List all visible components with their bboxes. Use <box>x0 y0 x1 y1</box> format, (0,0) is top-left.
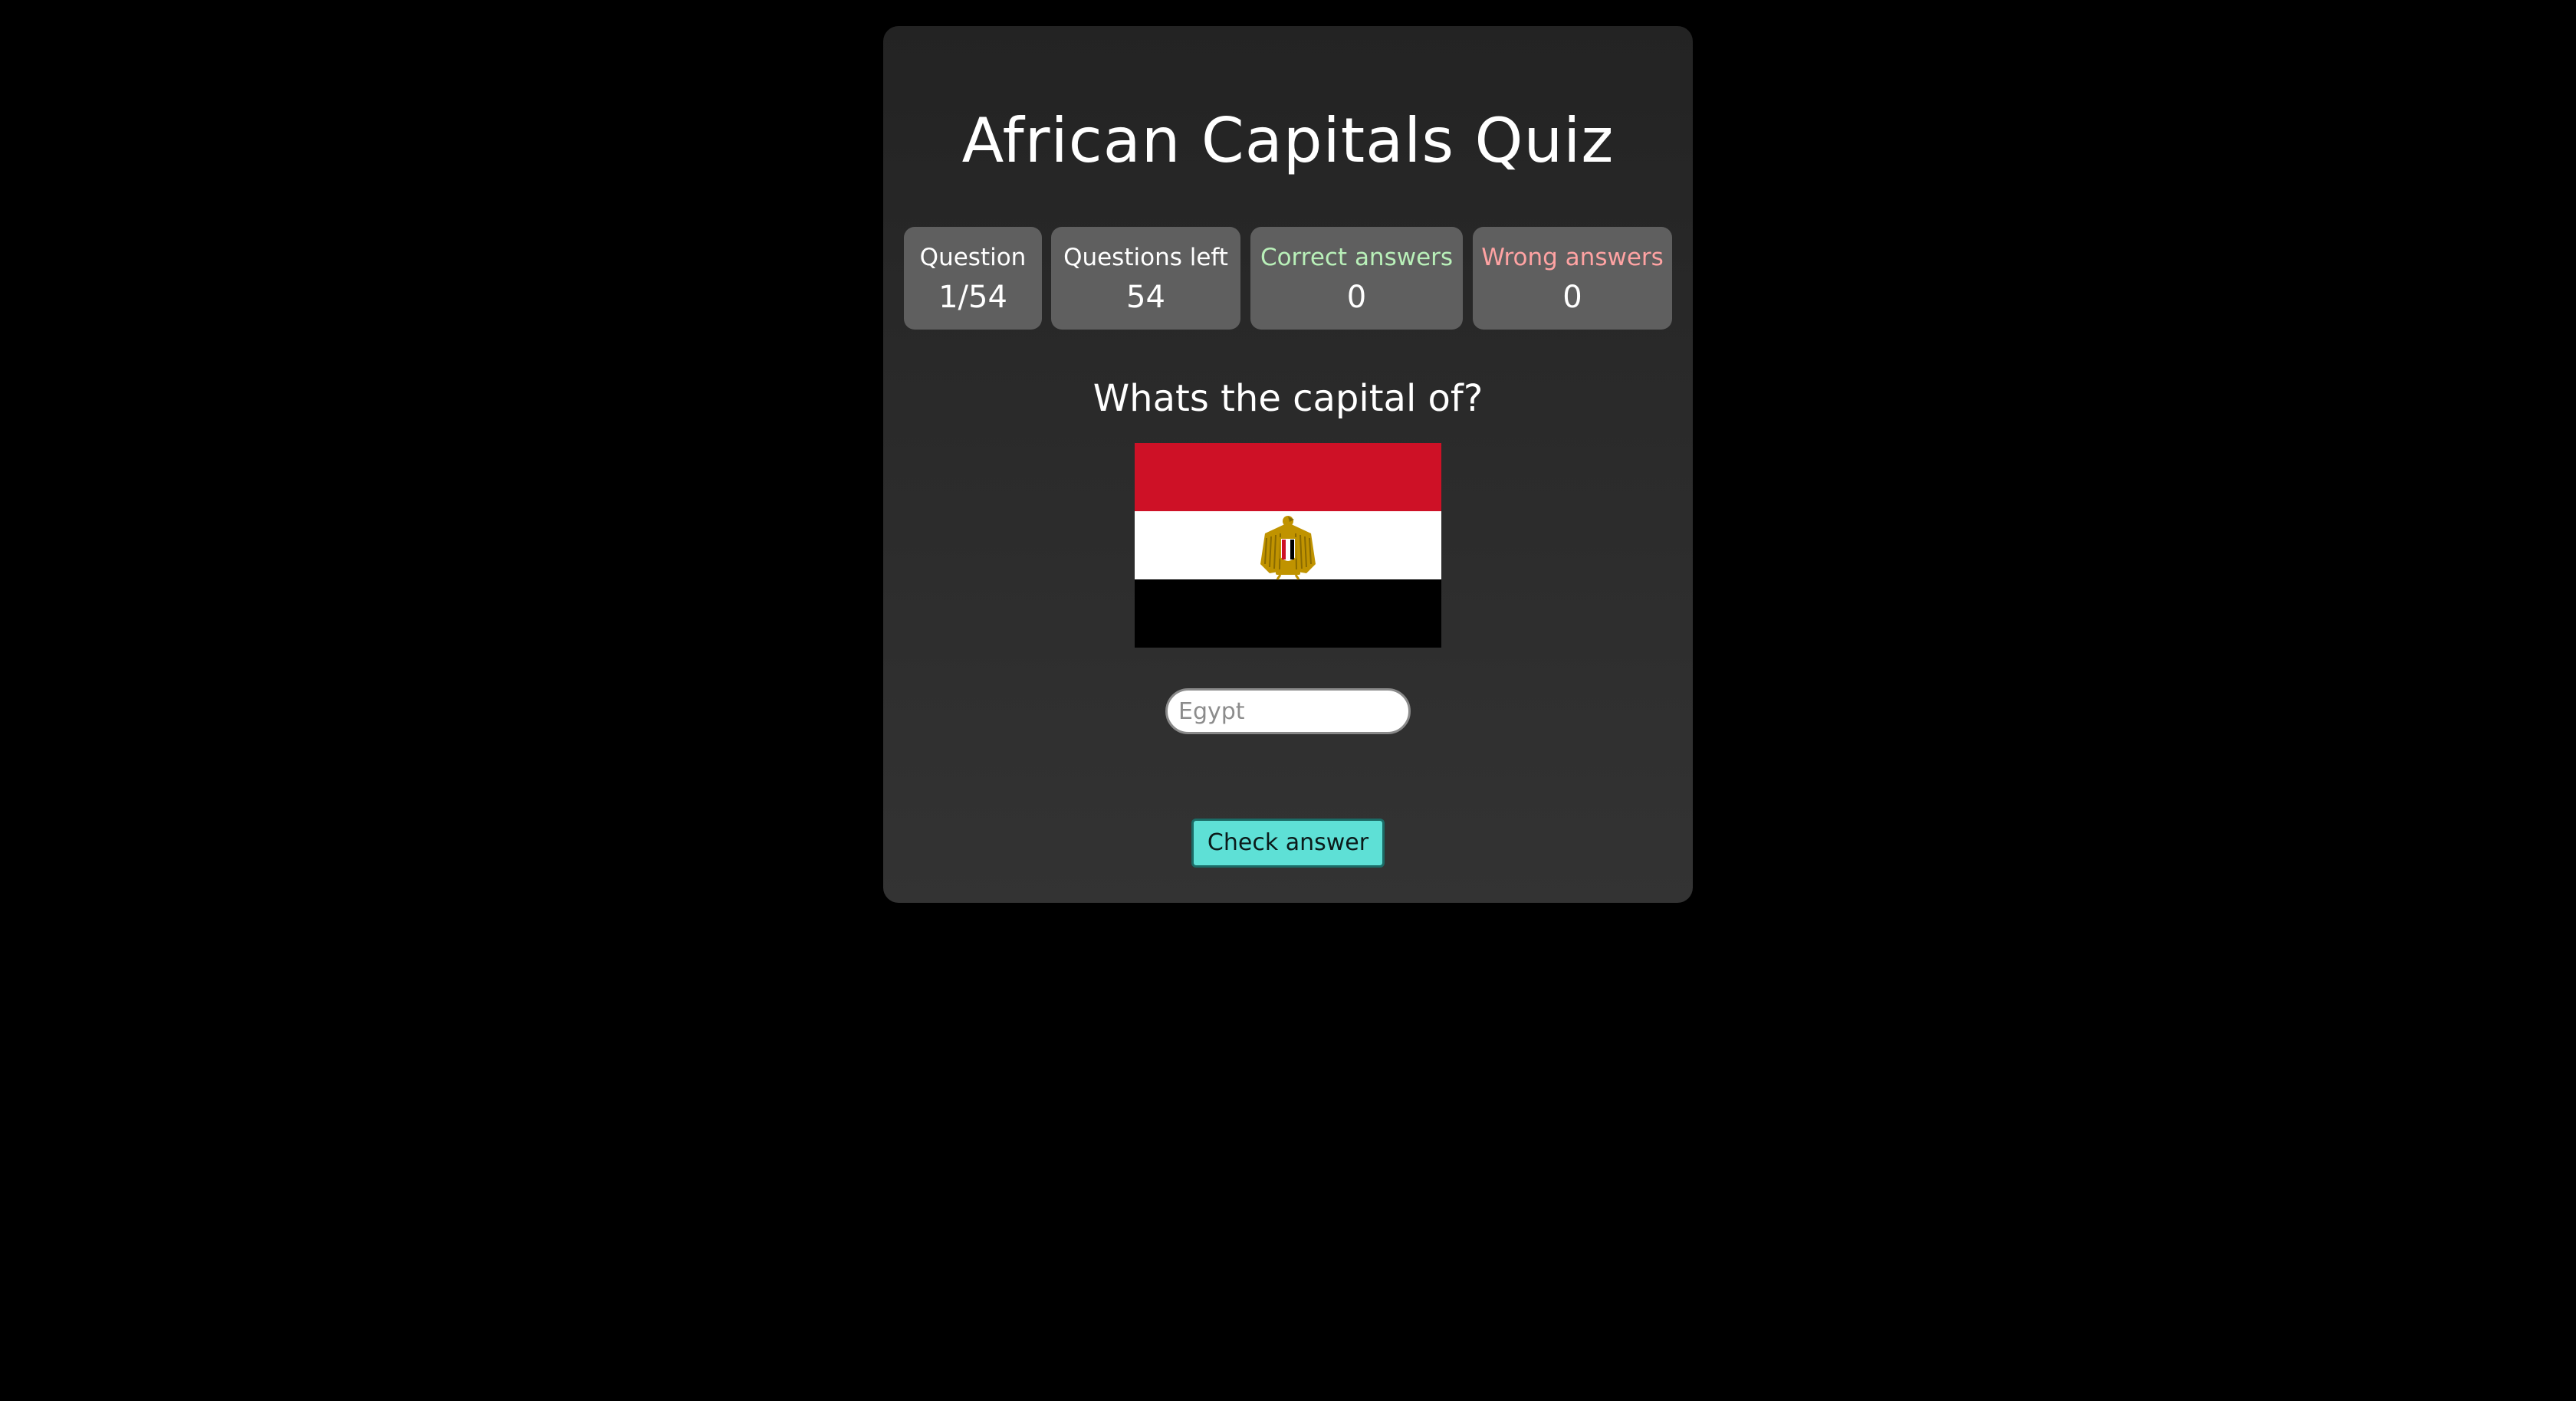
check-answer-button[interactable]: Check answer <box>1191 819 1385 868</box>
quiz-card: African Capitals Quiz Question 1/54 Ques… <box>883 26 1693 903</box>
flag-red-band <box>1135 443 1441 511</box>
stat-questions-left-value: 54 <box>1126 280 1165 315</box>
stat-question-label: Question <box>919 244 1027 271</box>
page-background: African Capitals Quiz Question 1/54 Ques… <box>0 0 2576 1401</box>
capital-answer-input[interactable] <box>1165 688 1411 734</box>
stats-row: Question 1/54 Questions left 54 Correct … <box>904 227 1672 330</box>
country-flag-image <box>1135 443 1441 648</box>
stat-question-value: 1/54 <box>938 280 1007 315</box>
stat-wrong-answers-label: Wrong answers <box>1481 244 1664 271</box>
flag-black-band <box>1135 579 1441 648</box>
stat-questions-left: Questions left 54 <box>1051 227 1240 330</box>
egypt-flag <box>1135 443 1441 648</box>
stat-wrong-answers: Wrong answers 0 <box>1473 227 1672 330</box>
quiz-title: African Capitals Quiz <box>961 105 1615 176</box>
stat-correct-answers-label: Correct answers <box>1260 244 1454 271</box>
stat-question: Question 1/54 <box>904 227 1042 330</box>
question-prompt: Whats the capital of? <box>1092 377 1484 420</box>
stat-wrong-answers-value: 0 <box>1562 280 1582 315</box>
stat-questions-left-label: Questions left <box>1063 244 1228 271</box>
stat-correct-answers-value: 0 <box>1346 280 1367 315</box>
stat-correct-answers: Correct answers 0 <box>1250 227 1463 330</box>
